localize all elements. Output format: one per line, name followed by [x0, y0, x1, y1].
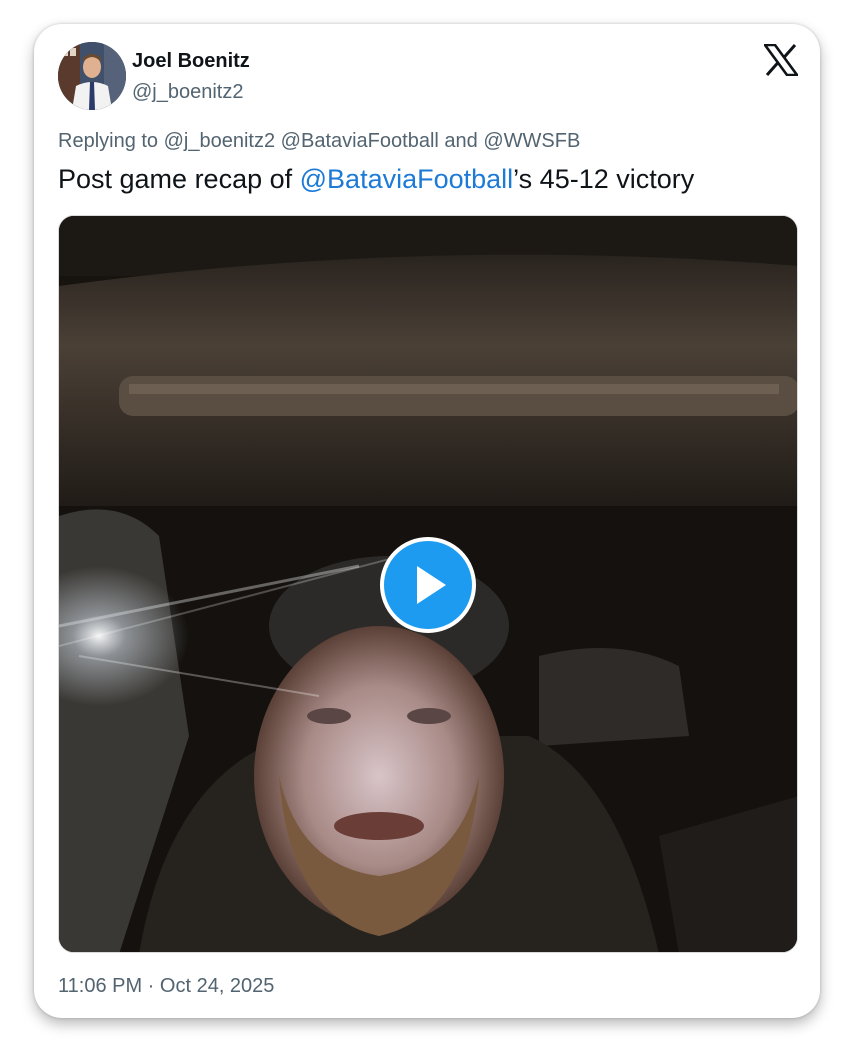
timestamp-time: 11:06 PM — [58, 975, 143, 997]
reply-prefix: Replying to — [58, 130, 164, 152]
tweet-card[interactable]: Joel Boenitz @j_boenitz2 Replying to @j_… — [34, 24, 820, 1018]
avatar[interactable] — [58, 42, 126, 110]
page: Joel Boenitz @j_boenitz2 Replying to @j_… — [0, 0, 854, 1061]
tweet-text-part-2: ’s 45-12 victory — [513, 164, 695, 194]
user-handle[interactable]: @j_boenitz2 — [132, 81, 243, 104]
reply-mention-self[interactable]: @j_boenitz2 — [164, 130, 275, 152]
play-button[interactable] — [380, 537, 476, 633]
display-name[interactable]: Joel Boenitz — [132, 50, 250, 73]
timestamp-separator: · — [142, 975, 160, 997]
reply-mention-bataviafootball[interactable]: @BataviaFootball — [281, 130, 439, 152]
play-icon — [417, 566, 446, 604]
reply-separator-and: and — [438, 130, 484, 152]
reply-mention-wwsfb[interactable]: @WWSFB — [483, 130, 580, 152]
tweet-mention-bataviafootball[interactable]: @BataviaFootball — [300, 164, 514, 194]
x-logo-icon[interactable] — [762, 43, 800, 77]
timestamp-date: Oct 24, 2025 — [159, 975, 275, 997]
reply-context: Replying to @j_boenitz2 @BataviaFootball… — [58, 130, 580, 153]
tweet-timestamp[interactable]: 11:06 PM · Oct 24, 2025 — [58, 975, 274, 998]
tweet-text-part-1: Post game recap of — [58, 164, 300, 194]
tweet-text: Post game recap of @BataviaFootball’s 45… — [58, 164, 694, 195]
video-player[interactable] — [58, 215, 798, 953]
